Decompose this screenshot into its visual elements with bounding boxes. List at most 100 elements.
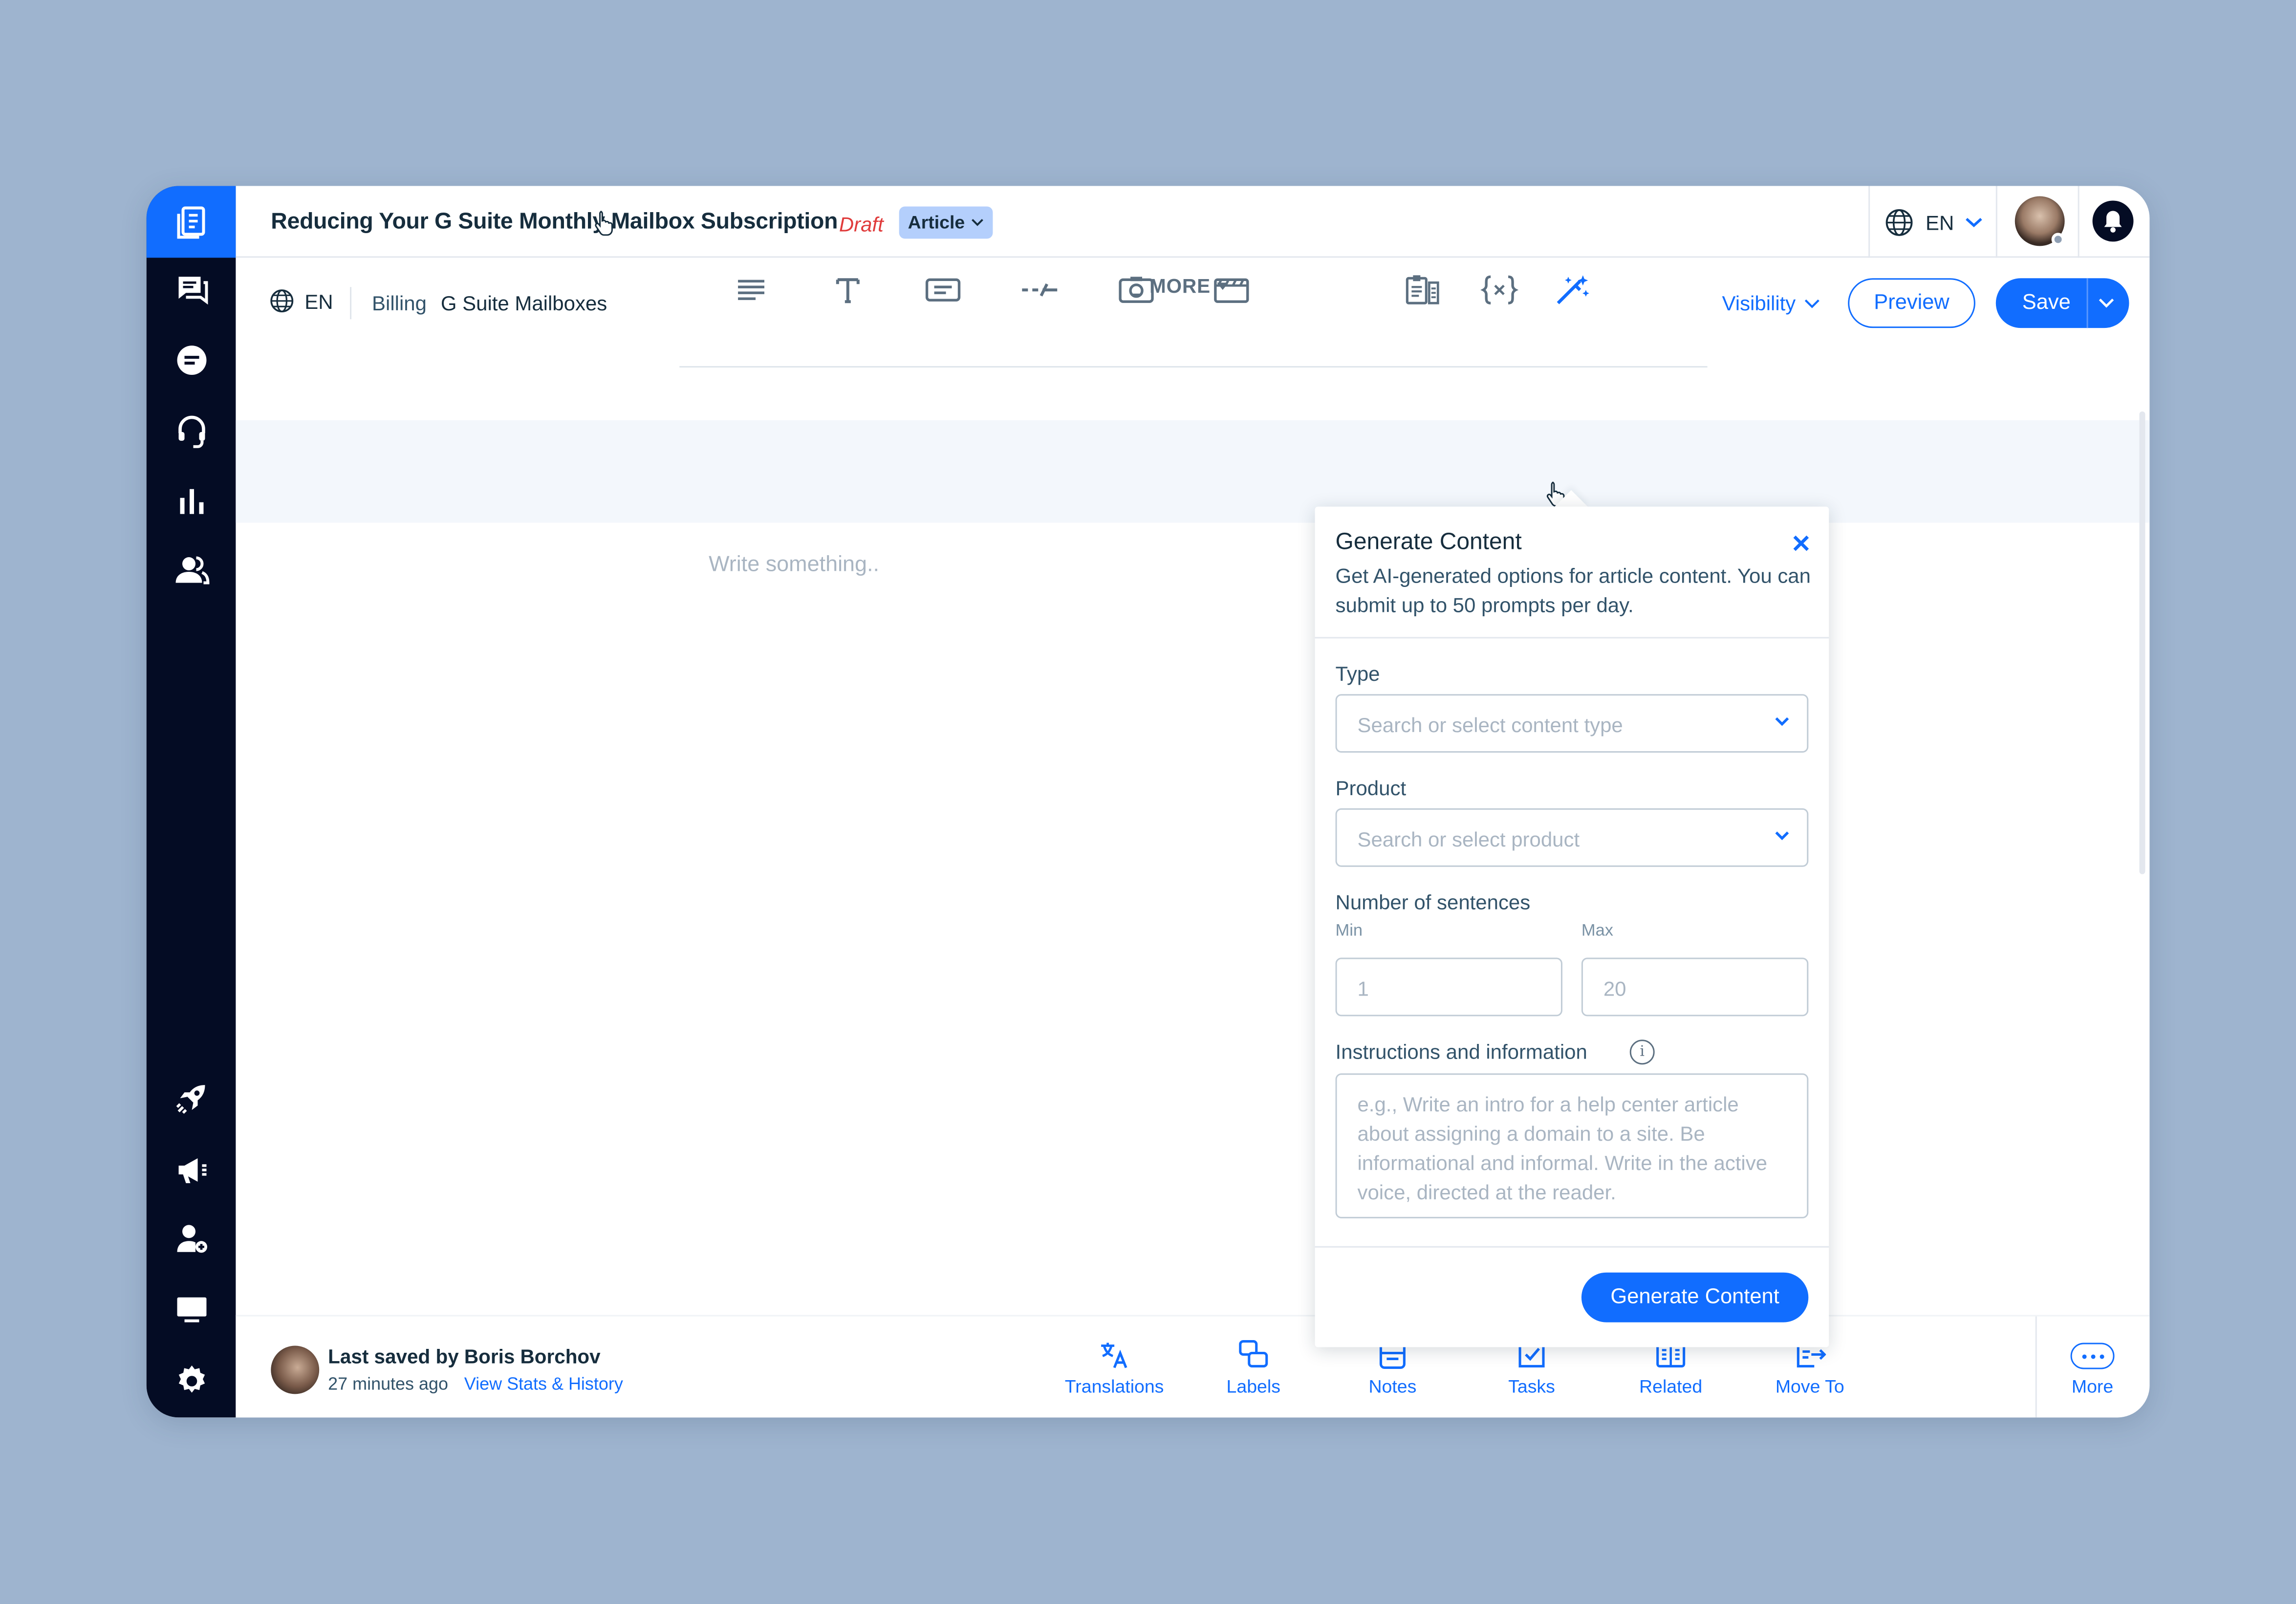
chevron-down-icon [971,219,983,226]
content-type-select[interactable]: Search or select content type [1335,694,1809,753]
min-sentences-input[interactable]: 1 [1335,957,1562,1017]
generate-content-button[interactable]: Generate Content [1581,1272,1809,1322]
popover-description: Get AI-generated options for article con… [1335,564,1811,617]
sidebar-item-settings[interactable] [147,1359,236,1403]
sidebar-item-articles[interactable] [146,186,236,258]
editor-toolbar [236,420,2150,523]
hand-cursor-icon [595,211,613,236]
visibility-dropdown[interactable]: Visibility [1722,291,1821,315]
tasks-label: Tasks [1508,1376,1555,1397]
sidebar-item-customers[interactable] [147,548,236,592]
view-stats-history-link[interactable]: View Stats & History [464,1373,623,1394]
divider [2035,1316,2037,1418]
max-label: Max [1581,922,1614,940]
divider [1315,637,1829,639]
instructions-textarea[interactable]: e.g., Write an intro for a help center a… [1335,1073,1809,1218]
page-title[interactable]: Reducing Your G Suite Monthly Mailbox Su… [271,209,838,236]
notes-label: Notes [1368,1376,1417,1397]
chevron-down-icon[interactable] [2097,293,2116,312]
language-selector[interactable]: EN [1884,208,1983,237]
dot [2090,1353,2095,1358]
translations-label: Translations [1064,1376,1164,1397]
max-sentences-input[interactable]: 20 [1581,957,1809,1017]
sidebar-item-support[interactable] [147,409,236,453]
sidebar-item-tickets[interactable] [147,268,236,312]
product-select[interactable]: Search or select product [1335,808,1809,867]
paragraph-icon [738,280,765,300]
sidebar-item-add-user[interactable] [147,1217,236,1261]
ai-generate-tool[interactable] [1551,271,1595,309]
launch-icon [175,1085,204,1114]
info-icon[interactable]: i [1629,1040,1655,1065]
ai-wand-icon [1557,275,1589,304]
globe-icon [1885,209,1913,236]
divider-tool[interactable] [1018,271,1061,309]
scrollbar[interactable] [2139,411,2145,874]
paragraph-tool[interactable] [729,271,773,309]
divider [2086,278,2088,328]
sidebar-item-analytics[interactable] [147,479,236,523]
chat-icon [176,346,206,375]
variable-tool[interactable] [1477,271,1521,309]
callout-tool[interactable] [921,271,965,309]
visibility-label: Visibility [1722,291,1796,315]
title-underline [679,366,1708,368]
sidebar-item-launch[interactable] [147,1076,236,1120]
screen-icon [176,1297,206,1322]
save-button-group: Save [1995,278,2129,328]
bottom-bar: Last saved by Boris Borchov 27 minutes a… [236,1315,2150,1418]
product-placeholder: Search or select product [1357,827,1580,851]
article-type-dropdown[interactable]: Article [899,206,993,239]
save-button[interactable]: Save [2022,291,2071,315]
divider [2078,186,2079,258]
globe-icon [270,289,294,313]
article-language-label: EN [304,289,333,313]
labels-button[interactable]: Labels [1195,1339,1312,1397]
dot [2099,1353,2104,1358]
product-label: Product [1335,776,1407,800]
heading-icon [836,278,860,303]
preview-button[interactable]: Preview [1848,278,1975,328]
more-tools-dropdown[interactable]: MORE [1149,275,1228,297]
sentences-label: Number of sentences [1335,890,1531,914]
caret-down-icon [1216,282,1228,290]
breadcrumb-category[interactable]: Billing [372,291,427,315]
editor-placeholder[interactable]: Write something.. [709,552,879,577]
callout-icon [925,278,961,302]
labels-icon [1239,1340,1268,1368]
avatar [271,1345,320,1394]
sidebar-item-chat[interactable] [147,338,236,382]
divider [1315,1246,1829,1248]
articles-icon [176,205,204,238]
status-badge: Draft [839,212,884,236]
translations-button[interactable]: Translations [1056,1339,1173,1397]
sidebar [146,186,236,1418]
divider [1995,186,1997,258]
heading-tool[interactable] [826,271,870,309]
variable-icon [1480,275,1519,304]
breadcrumb-subcategory[interactable]: G Suite Mailboxes [441,291,607,315]
divider-icon [1022,283,1058,297]
article-language[interactable]: EN [269,288,333,313]
template-tool[interactable] [1400,271,1444,309]
settings-icon [178,1365,204,1393]
generate-content-popover: Generate Content Get AI-generated option… [1315,506,1829,1347]
close-icon[interactable] [1791,533,1811,554]
chevron-down-icon [1805,299,1820,308]
type-label: Type [1335,662,1380,686]
content-type-placeholder: Search or select content type [1357,713,1623,737]
article-type-label: Article [908,212,965,233]
analytics-icon [179,489,203,514]
sidebar-item-screen[interactable] [147,1287,236,1331]
notifications-button[interactable] [2092,200,2134,242]
presence-dot [2051,233,2065,246]
divider [1868,186,1870,258]
sidebar-item-announcements[interactable] [147,1148,236,1192]
move-to-label: Move To [1775,1376,1844,1397]
last-saved-time: 27 minutes ago [328,1373,449,1394]
more-button[interactable] [2070,1343,2115,1369]
translate-icon [1101,1343,1127,1368]
more-label[interactable]: More [2049,1376,2137,1397]
customers-icon [175,556,209,585]
announcements-icon [178,1158,206,1183]
